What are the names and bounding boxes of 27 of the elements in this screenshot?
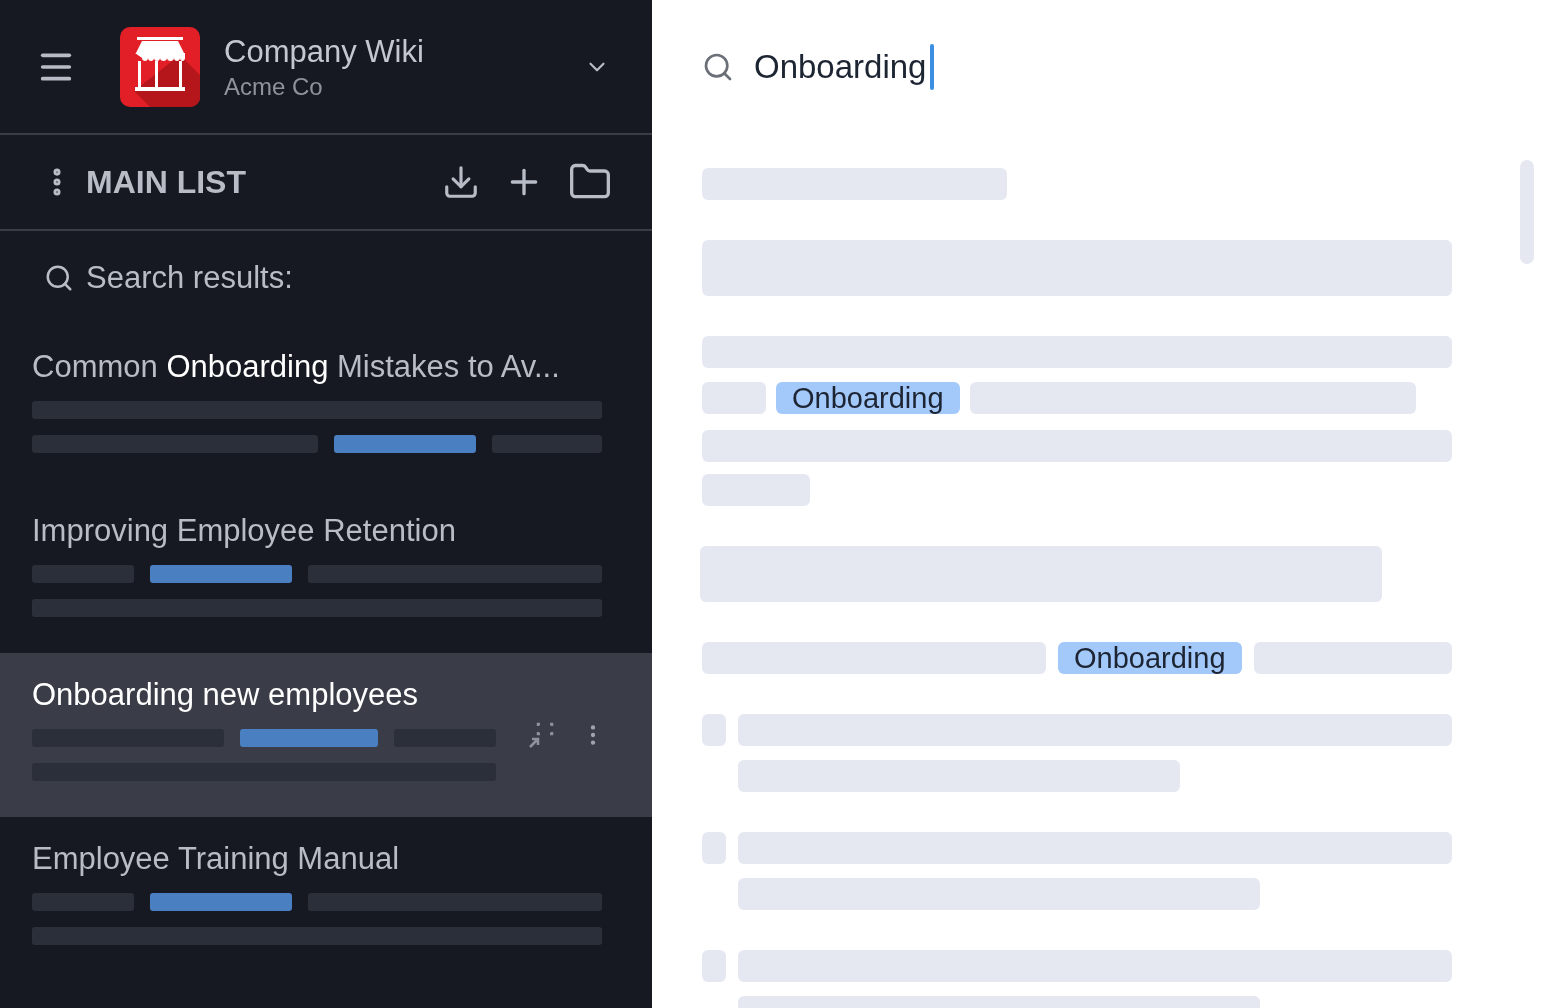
search-icon xyxy=(44,263,74,293)
text-skeleton-bar xyxy=(702,714,726,746)
result-title: Onboarding new employees xyxy=(32,676,420,714)
workspace-subtitle: Acme Co xyxy=(224,71,324,102)
scrollbar-thumb[interactable] xyxy=(1520,160,1534,264)
search-result-item[interactable]: Employee Training Manual xyxy=(0,817,652,981)
search-result-item[interactable]: Improving Employee Retention xyxy=(0,489,652,653)
result-title: Common Onboarding Mistakes to Av... xyxy=(32,348,561,386)
workspace-title: Company Wiki xyxy=(224,32,425,71)
text-skeleton-bar xyxy=(702,950,726,982)
result-title: Employee Training Manual xyxy=(32,840,401,878)
storefront-logo-icon xyxy=(120,26,200,107)
search-icon xyxy=(702,51,734,83)
text-skeleton-bar xyxy=(702,832,726,864)
download-icon[interactable] xyxy=(442,163,480,201)
search-field[interactable]: Onboarding xyxy=(702,0,1452,134)
search-result-item[interactable]: Onboarding new employees xyxy=(0,653,652,817)
results-label: Search results: xyxy=(86,258,293,297)
search-input-value: Onboarding xyxy=(754,47,927,88)
text-skeleton-bar xyxy=(702,382,766,414)
search-match-highlight: Onboarding xyxy=(1058,642,1242,674)
list-title: MAIN LIST xyxy=(86,163,247,202)
collapse-icon[interactable] xyxy=(528,721,556,749)
search-result-item[interactable]: Common Onboarding Mistakes to Av... xyxy=(0,325,652,489)
result-title: Improving Employee Retention xyxy=(32,512,457,550)
text-cursor xyxy=(930,44,935,90)
search-match-highlight: Onboarding xyxy=(776,382,960,414)
